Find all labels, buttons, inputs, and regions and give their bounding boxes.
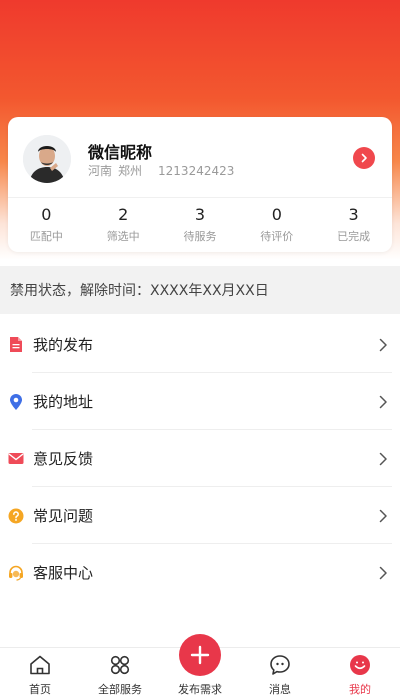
stat-label: 匹配中: [29, 230, 63, 243]
chevron-right-icon: [361, 153, 367, 163]
stat-completed[interactable]: 3 已完成: [315, 198, 392, 247]
chevron-right-icon: [379, 509, 387, 522]
stat-value: 3: [348, 205, 359, 224]
chevron-right-icon: [379, 395, 387, 408]
tab-label: 消息: [269, 683, 291, 696]
chat-bubble-icon: [270, 655, 290, 675]
tab-me[interactable]: 我的: [320, 648, 400, 700]
menu-label: 我的发布: [33, 336, 94, 354]
profile-face-icon: [350, 655, 370, 675]
stat-value: 3: [194, 205, 206, 224]
question-circle-icon: [8, 507, 24, 525]
profile-menu: 我的发布 我的地址 意见反馈 常见问题 客服中心: [0, 316, 400, 601]
tab-post-request[interactable]: 发布需求: [160, 634, 240, 700]
stat-value: 0: [271, 205, 282, 224]
stat-label: 筛选中: [106, 230, 140, 243]
menu-item-my-address[interactable]: 我的地址: [0, 373, 400, 430]
menu-label: 我的地址: [33, 393, 94, 411]
city: 郑州: [118, 164, 143, 178]
tab-all-services[interactable]: 全部服务: [80, 648, 160, 700]
tab-label: 我的: [349, 683, 371, 696]
menu-item-faq[interactable]: 常见问题: [0, 487, 400, 544]
plus-icon: [190, 645, 210, 665]
tab-messages[interactable]: 消息: [240, 648, 320, 700]
stat-screening[interactable]: 2 筛选中: [85, 198, 162, 247]
stat-label: 已完成: [337, 230, 371, 243]
tab-home[interactable]: 首页: [0, 648, 80, 700]
menu-label: 意见反馈: [33, 450, 94, 468]
home-icon: [30, 655, 50, 675]
stat-pending-service[interactable]: 3 待服务: [162, 198, 239, 247]
menu-label: 客服中心: [33, 564, 94, 582]
stat-pending-review[interactable]: 0 待评价: [238, 198, 315, 247]
province: 河南: [88, 164, 113, 178]
menu-item-my-posts[interactable]: 我的发布: [0, 316, 400, 373]
tab-label: 全部服务: [98, 683, 142, 696]
headset-icon: [8, 564, 24, 582]
menu-label: 常见问题: [33, 507, 94, 525]
chevron-right-icon: [379, 452, 387, 465]
location-pin-icon: [8, 393, 24, 411]
stat-matching[interactable]: 0 匹配中: [8, 198, 85, 247]
stat-label: 待评价: [260, 230, 294, 243]
stat-value: 2: [118, 205, 129, 224]
grid-icon: [110, 655, 130, 675]
tab-label: 发布需求: [178, 683, 222, 696]
stat-label: 待服务: [183, 230, 217, 243]
order-stats: 0 匹配中 2 筛选中 3 待服务 0 待评价 3 已完成: [8, 197, 392, 247]
profile-detail-button[interactable]: [353, 147, 375, 169]
tab-label: 首页: [29, 683, 51, 696]
envelope-icon: [8, 450, 24, 468]
chevron-right-icon: [379, 338, 387, 351]
menu-item-feedback[interactable]: 意见反馈: [0, 430, 400, 487]
menu-item-customer-service[interactable]: 客服中心: [0, 544, 400, 601]
avatar[interactable]: [23, 135, 71, 183]
nickname: 微信昵称: [88, 143, 153, 162]
bottom-tab-bar: 首页 全部服务 发布需求 消息 我的: [0, 634, 400, 700]
ban-status-banner: 禁用状态，解除时间：XXXX年XX月XX日: [0, 266, 400, 314]
post-request-button[interactable]: [179, 634, 221, 676]
phone-number: 1213242423: [158, 164, 235, 178]
stat-value: 0: [41, 205, 52, 224]
chevron-right-icon: [379, 566, 387, 579]
profile-card: 微信昵称 河南 郑州 1213242423 0 匹配中 2 筛选中 3 待服务 0 …: [8, 117, 392, 252]
document-icon: [8, 336, 24, 354]
profile-meta: 河南 郑州 1213242423: [88, 162, 240, 179]
